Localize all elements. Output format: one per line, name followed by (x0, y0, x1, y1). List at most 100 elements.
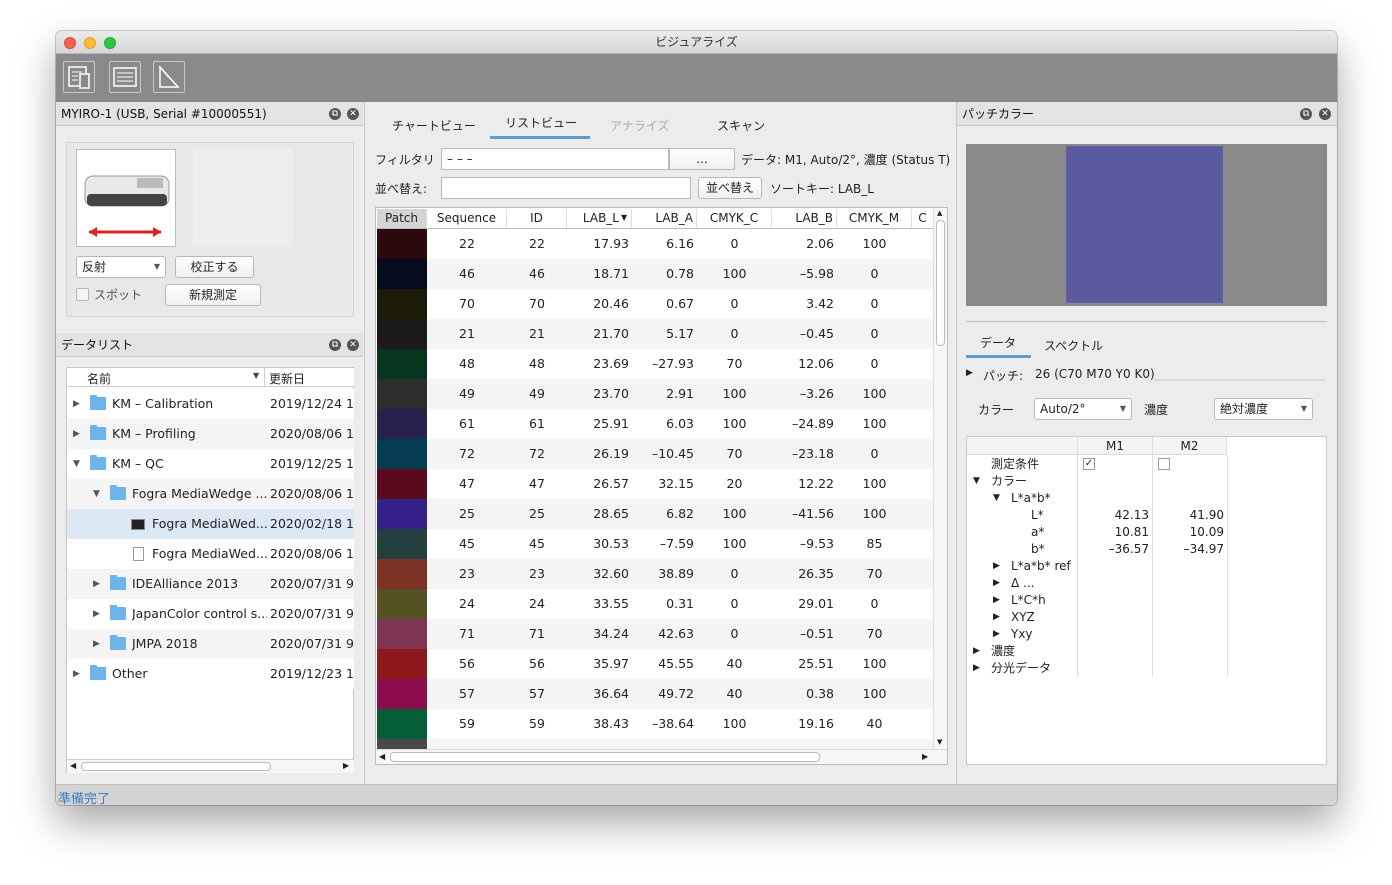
horizontal-scrollbar[interactable]: ◀ ▶ (376, 749, 947, 764)
filter-more-button[interactable]: ... (669, 148, 735, 170)
tree-row-date: 2020/07/31 9 (270, 576, 354, 591)
tab-list-view[interactable]: リストビュー (505, 114, 577, 131)
sort-button[interactable]: 並べ替え (698, 177, 762, 199)
disclosure-right-icon[interactable]: ▶ (993, 558, 1000, 575)
tree-row[interactable]: ▶ IDEAlliance 2013 2020/07/31 9 (67, 569, 354, 599)
tab-data[interactable]: データ (980, 334, 1016, 351)
cell-c: 40 (726, 656, 743, 671)
col-name-header[interactable]: 名前 (87, 370, 111, 387)
col-date-header[interactable]: 更新日 (269, 370, 305, 387)
color-condition-select[interactable]: Auto/2° ▼ (1034, 398, 1132, 420)
col-header-c[interactable]: C (912, 209, 933, 228)
tab-scan[interactable]: スキャン (717, 117, 765, 134)
cell-seq: 70 (459, 296, 475, 311)
close-icon[interactable]: ✕ (1319, 108, 1331, 120)
tab-spectrum[interactable]: スペクトル (1044, 337, 1103, 354)
table-row[interactable]: 24 24 33.55 0.31 0 29.01 0 (377, 589, 933, 619)
tree-row[interactable]: ▶ JMPA 2018 2020/07/31 9 (67, 629, 354, 659)
table-row[interactable]: 56 56 35.97 45.55 40 25.51 100 (377, 649, 933, 679)
scrollbar-thumb[interactable] (81, 762, 271, 771)
tree-row[interactable]: Fogra MediaWed... 2020/08/06 1 (67, 539, 354, 569)
cell-c: 100 (722, 416, 747, 431)
table-row[interactable]: 21 21 21.70 5.17 0 –0.45 0 (377, 319, 933, 349)
col-header-lab-b[interactable]: LAB_B (772, 209, 837, 228)
tab-analyze[interactable]: アナライズ (610, 117, 669, 134)
filter-input[interactable]: – – – (441, 148, 669, 170)
minimize-window-button[interactable] (84, 37, 96, 49)
device-tool-button[interactable] (63, 61, 95, 93)
zoom-window-button[interactable] (104, 37, 116, 49)
restore-icon[interactable]: ⧉ (329, 339, 341, 351)
scrollbar-thumb[interactable] (390, 752, 820, 762)
close-icon[interactable]: ✕ (347, 339, 359, 351)
table-row[interactable]: 45 45 30.53 –7.59 100 –9.53 85 (377, 529, 933, 559)
table-row[interactable]: 57 57 36.64 49.72 40 0.38 100 (377, 679, 933, 709)
table-row[interactable]: 25 25 28.65 6.82 100 –41.56 100 (377, 499, 933, 529)
scroll-up-icon[interactable]: ▲ (937, 209, 942, 217)
table-row[interactable]: 72 72 26.19 –10.45 70 –23.18 0 (377, 439, 933, 469)
scroll-right-icon[interactable]: ▶ (343, 761, 349, 770)
table-row[interactable]: 22 22 17.93 6.16 0 2.06 100 (377, 229, 933, 259)
table-row[interactable]: 49 49 23.70 2.91 100 –3.26 100 (377, 379, 933, 409)
table-row[interactable]: 48 48 23.69 –27.93 70 12.06 0 (377, 349, 933, 379)
list-tool-button[interactable] (109, 61, 141, 93)
cell-seq: 48 (459, 356, 475, 371)
restore-icon[interactable]: ⧉ (1300, 108, 1312, 120)
tree-row-date: 2020/08/06 1 (270, 486, 354, 501)
scroll-right-icon[interactable]: ▶ (922, 752, 928, 761)
table-row[interactable]: 47 47 26.57 32.15 20 12.22 100 (377, 469, 933, 499)
disclosure-down-icon[interactable]: ▼ (973, 473, 980, 490)
disclosure-right-icon[interactable]: ▶ (966, 368, 973, 378)
col-header-lab-a[interactable]: LAB_A (632, 209, 697, 228)
tab-chart-view[interactable]: チャートビュー (392, 117, 476, 134)
sort-input[interactable] (441, 177, 691, 199)
col-header-sequence[interactable]: Sequence (427, 209, 507, 228)
table-row[interactable]: 23 23 32.60 38.89 0 26.35 70 (377, 559, 933, 589)
disclosure-right-icon[interactable]: ▶ (993, 609, 1000, 626)
disclosure-right-icon[interactable]: ▶ (973, 643, 980, 660)
scrollbar-thumb[interactable] (936, 220, 945, 346)
tree-row[interactable]: ▶ KM – Calibration 2019/12/24 1 (67, 389, 354, 419)
patch-swatch-cell (377, 559, 427, 589)
vertical-scrollbar[interactable]: ▲ ▼ (933, 208, 947, 749)
table-row[interactable]: 70 70 20.46 0.67 0 3.42 0 (377, 289, 933, 319)
tree-row[interactable]: ▶ KM – Profiling 2020/08/06 1 (67, 419, 354, 449)
scroll-left-icon[interactable]: ◀ (70, 761, 76, 770)
close-window-button[interactable] (64, 37, 76, 49)
spot-checkbox[interactable] (76, 288, 89, 301)
col-header-patch[interactable]: Patch (377, 209, 427, 228)
calibrate-button[interactable]: 校正する (175, 256, 254, 278)
visualize-tool-button[interactable] (153, 61, 185, 93)
tree-row-selected[interactable]: Fogra MediaWed... 2020/02/18 1 (67, 509, 354, 539)
disclosure-right-icon[interactable]: ▶ (973, 660, 980, 677)
density-select[interactable]: 絶対濃度 ▼ (1214, 398, 1313, 420)
tree-row[interactable]: ▼ Fogra MediaWedge ... 2020/08/06 1 (67, 479, 354, 509)
cell-m: 0 (870, 266, 879, 281)
horizontal-scrollbar[interactable]: ◀ ▶ (67, 759, 354, 773)
mode-select[interactable]: 反射 ▼ (76, 256, 166, 278)
table-row[interactable]: 46 46 18.71 0.78 100 –5.98 0 (377, 259, 933, 289)
restore-icon[interactable]: ⧉ (329, 108, 341, 120)
table-row[interactable]: 71 71 34.24 42.63 0 –0.51 70 (377, 619, 933, 649)
cell-seq: 56 (459, 656, 475, 671)
col-header-cmyk-c[interactable]: CMYK_C (697, 209, 772, 228)
disclosure-down-icon[interactable]: ▼ (993, 490, 1000, 507)
table-row[interactable]: 59 59 38.43 –38.64 100 19.16 40 (377, 709, 933, 739)
m2-b-value: –34.97 (1183, 542, 1224, 556)
table-row[interactable]: 61 61 25.91 6.03 100 –24.89 100 (377, 409, 933, 439)
disclosure-right-icon[interactable]: ▶ (993, 626, 1000, 643)
tree-row[interactable]: ▼ KM – QC 2019/12/25 1 (67, 449, 354, 479)
m2-condition-checkbox[interactable] (1158, 458, 1170, 470)
col-header-cmyk-m[interactable]: CMYK_M (837, 209, 912, 228)
close-icon[interactable]: ✕ (347, 108, 359, 120)
disclosure-right-icon[interactable]: ▶ (993, 592, 1000, 609)
tree-row[interactable]: ▶ JapanColor control s... 2020/07/31 9 (67, 599, 354, 629)
new-measure-button[interactable]: 新規測定 (165, 284, 261, 306)
m1-b-value: –36.57 (1108, 542, 1149, 556)
tree-row[interactable]: ▶ Other 2019/12/23 1 (67, 659, 354, 689)
col-header-id[interactable]: ID (507, 209, 567, 228)
m1-condition-checkbox[interactable]: ✓ (1083, 458, 1095, 470)
scroll-down-icon[interactable]: ▼ (937, 738, 942, 746)
scroll-left-icon[interactable]: ◀ (379, 752, 385, 761)
disclosure-right-icon[interactable]: ▶ (993, 575, 1000, 592)
